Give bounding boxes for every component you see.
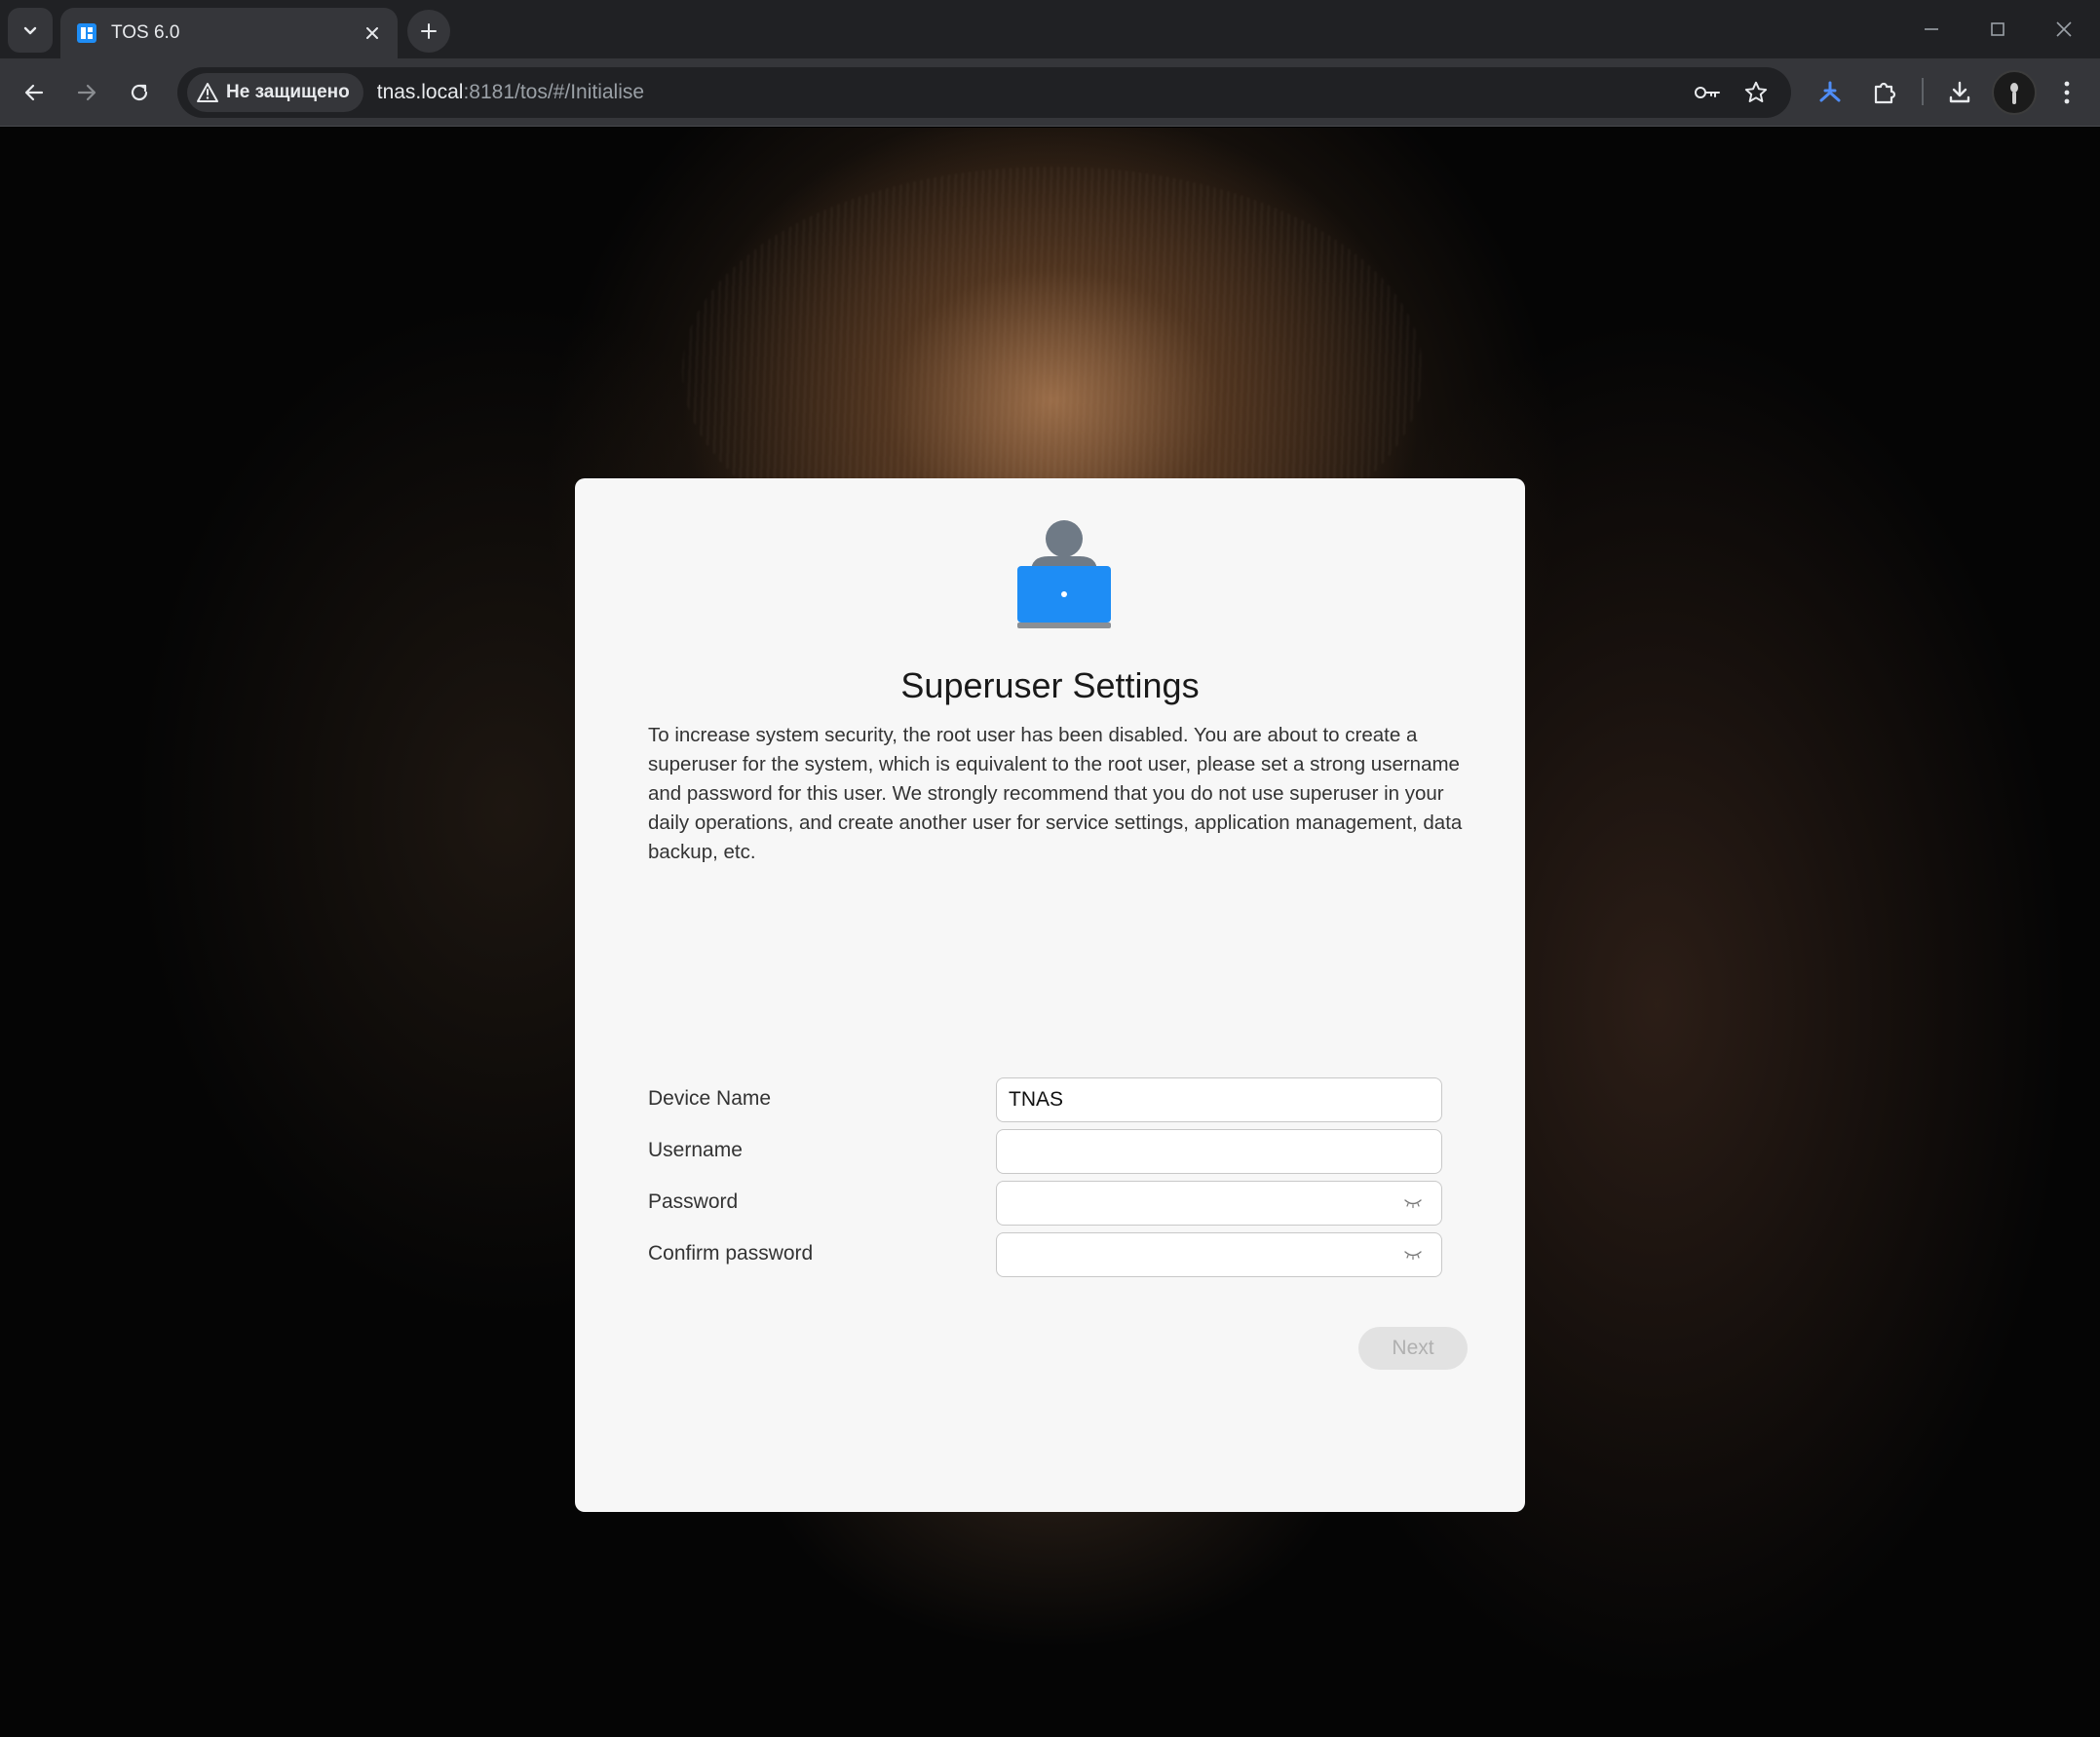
downloads-button[interactable] (1937, 70, 1982, 115)
reload-icon (131, 84, 148, 101)
url-path: :8181/tos/#/Initialise (463, 81, 645, 103)
key-icon (1695, 87, 1720, 98)
bookmark-button[interactable] (1737, 73, 1775, 112)
password-visibility-toggle[interactable] (1400, 1191, 1426, 1215)
username-label: Username (648, 1139, 743, 1161)
confirm-password-input[interactable] (996, 1232, 1442, 1277)
toolbar-separator (1922, 78, 1924, 105)
new-tab-button[interactable] (407, 10, 450, 53)
device-name-row: Device Name (648, 1077, 1457, 1122)
security-indicator[interactable]: Не защищено (187, 73, 363, 112)
puzzle-icon (1874, 82, 1896, 104)
plus-icon (421, 23, 437, 39)
next-button[interactable]: Next (1358, 1327, 1468, 1370)
tos-logo-icon (77, 23, 96, 43)
back-button[interactable] (12, 70, 57, 115)
arrow-left-icon (24, 84, 44, 101)
confirm-password-label: Confirm password (648, 1242, 814, 1265)
kebab-menu-icon (2064, 81, 2070, 104)
minimize-icon (1925, 28, 1938, 30)
page-background: Superuser Settings To increase system se… (0, 128, 2100, 1737)
eye-closed-icon (1404, 1199, 1422, 1209)
password-row: Password (648, 1181, 1457, 1226)
url-text[interactable]: tnas.local:8181/tos/#/Initialise (377, 81, 644, 104)
confirm-password-visibility-toggle[interactable] (1400, 1243, 1426, 1266)
window-close-button[interactable] (2043, 10, 2085, 49)
security-label: Не защищено (226, 82, 350, 102)
device-name-input[interactable] (996, 1077, 1442, 1122)
tab-active[interactable]: TOS 6.0 (60, 8, 398, 58)
extension-logo-icon (1819, 81, 1841, 102)
tab-strip: TOS 6.0 (0, 0, 2100, 58)
tab-title: TOS 6.0 (111, 22, 180, 43)
password-manager-button[interactable] (1688, 73, 1727, 112)
close-icon (366, 27, 378, 39)
download-icon (1949, 81, 1970, 103)
extension-button[interactable] (1808, 70, 1852, 115)
profile-avatar[interactable] (1992, 70, 2037, 115)
reload-button[interactable] (117, 70, 162, 115)
profile-icon (2010, 83, 2018, 104)
dialog-title: Superuser Settings (900, 665, 1200, 705)
device-name-label: Device Name (648, 1087, 772, 1110)
tab-close-button[interactable] (357, 18, 388, 49)
address-bar[interactable]: Не защищено tnas.local:8181/tos/#/Initia… (177, 67, 1791, 118)
username-input[interactable] (996, 1129, 1442, 1174)
eye-closed-icon (1404, 1251, 1422, 1261)
extensions-menu-button[interactable] (1861, 70, 1906, 115)
username-row: Username (648, 1129, 1457, 1174)
close-icon (2056, 21, 2072, 37)
warning-triangle-icon (197, 83, 218, 102)
password-input[interactable] (996, 1181, 1442, 1226)
url-host: tnas.local (376, 81, 464, 103)
tab-search-button[interactable] (8, 8, 53, 53)
maximize-icon (1991, 22, 2005, 36)
user-laptop-icon (1017, 520, 1111, 628)
superuser-dialog: Superuser Settings To increase system se… (575, 478, 1525, 1512)
browser-toolbar: Не защищено tnas.local:8181/tos/#/Initia… (0, 58, 2100, 127)
maximize-button[interactable] (1976, 10, 2019, 49)
chevron-down-icon (23, 26, 37, 35)
browser-menu-button[interactable] (2044, 70, 2089, 115)
password-label: Password (648, 1190, 739, 1213)
forward-button[interactable] (64, 70, 109, 115)
minimize-button[interactable] (1910, 10, 1953, 49)
arrow-right-icon (77, 84, 96, 101)
star-icon (1744, 81, 1768, 102)
dialog-description: To increase system security, the root us… (648, 724, 1463, 863)
confirm-password-row: Confirm password (648, 1232, 1457, 1277)
